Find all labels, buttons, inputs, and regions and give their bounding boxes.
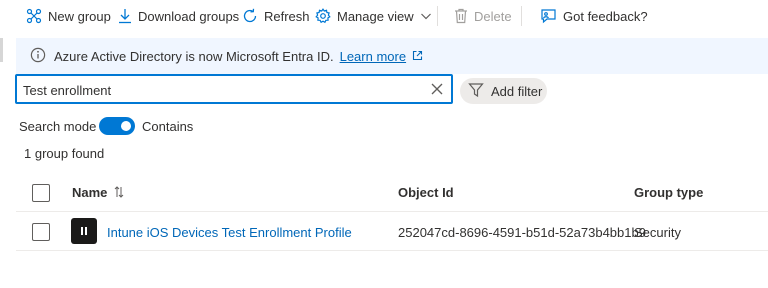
download-icon (118, 8, 132, 24)
banner-message: Azure Active Directory is now Microsoft … (54, 48, 334, 64)
clear-icon[interactable] (431, 83, 443, 98)
column-header-name[interactable]: Name (72, 185, 124, 201)
search-input[interactable] (23, 81, 423, 99)
manage-view-button[interactable]: Manage view (315, 6, 432, 26)
chevron-down-icon (420, 10, 432, 22)
refresh-icon (242, 8, 258, 24)
group-name-link[interactable]: Intune iOS Devices Test Enrollment Profi… (107, 225, 352, 240)
learn-more-link[interactable]: Learn more (340, 49, 406, 64)
new-group-icon (26, 8, 42, 24)
search-mode-value: Contains (142, 119, 194, 134)
column-header-object-id: Object Id (398, 185, 454, 200)
new-group-label: New group (48, 8, 111, 24)
group-avatar (71, 218, 97, 244)
row-divider (16, 250, 768, 251)
info-icon (30, 47, 46, 66)
manage-view-label: Manage view (337, 8, 414, 24)
result-count: 1 group found (24, 146, 105, 161)
download-groups-button[interactable]: Download groups (118, 6, 239, 26)
group-type-cell: Security (634, 225, 681, 240)
delete-label: Delete (474, 8, 512, 24)
toggle-knob (121, 121, 131, 131)
header-divider (16, 211, 768, 212)
gear-icon (315, 8, 331, 24)
command-bar: New group Download groups Refresh Manage… (0, 0, 768, 32)
info-banner: Azure Active Directory is now Microsoft … (16, 38, 768, 74)
add-filter-label: Add filter (491, 83, 543, 99)
toolbar-divider (521, 6, 522, 26)
feedback-button[interactable]: Got feedback? (540, 6, 648, 26)
download-groups-label: Download groups (138, 8, 240, 24)
object-id-cell: 252047cd-8696-4591-b51d-52a73b4bb1b9 (398, 225, 646, 240)
delete-button[interactable]: Delete (454, 6, 512, 26)
trash-icon (454, 8, 468, 24)
search-mode-toggle[interactable] (99, 117, 135, 135)
refresh-label: Refresh (264, 8, 310, 24)
toolbar-divider (437, 6, 438, 26)
sort-icon (114, 186, 124, 201)
feedback-label: Got feedback? (563, 8, 648, 24)
select-all-checkbox[interactable] (32, 184, 50, 202)
filter-icon (468, 82, 484, 101)
search-mode-label: Search mode (19, 119, 97, 134)
column-header-group-type: Group type (634, 185, 704, 200)
row-checkbox[interactable] (32, 223, 50, 241)
new-group-button[interactable]: New group (26, 6, 111, 26)
feedback-icon (540, 8, 557, 24)
add-filter-button[interactable]: Add filter (460, 78, 547, 104)
external-link-icon[interactable] (412, 49, 423, 64)
left-edge-stub (0, 38, 3, 62)
search-box (15, 74, 453, 104)
name-header-label: Name (72, 185, 108, 200)
refresh-button[interactable]: Refresh (242, 6, 310, 26)
